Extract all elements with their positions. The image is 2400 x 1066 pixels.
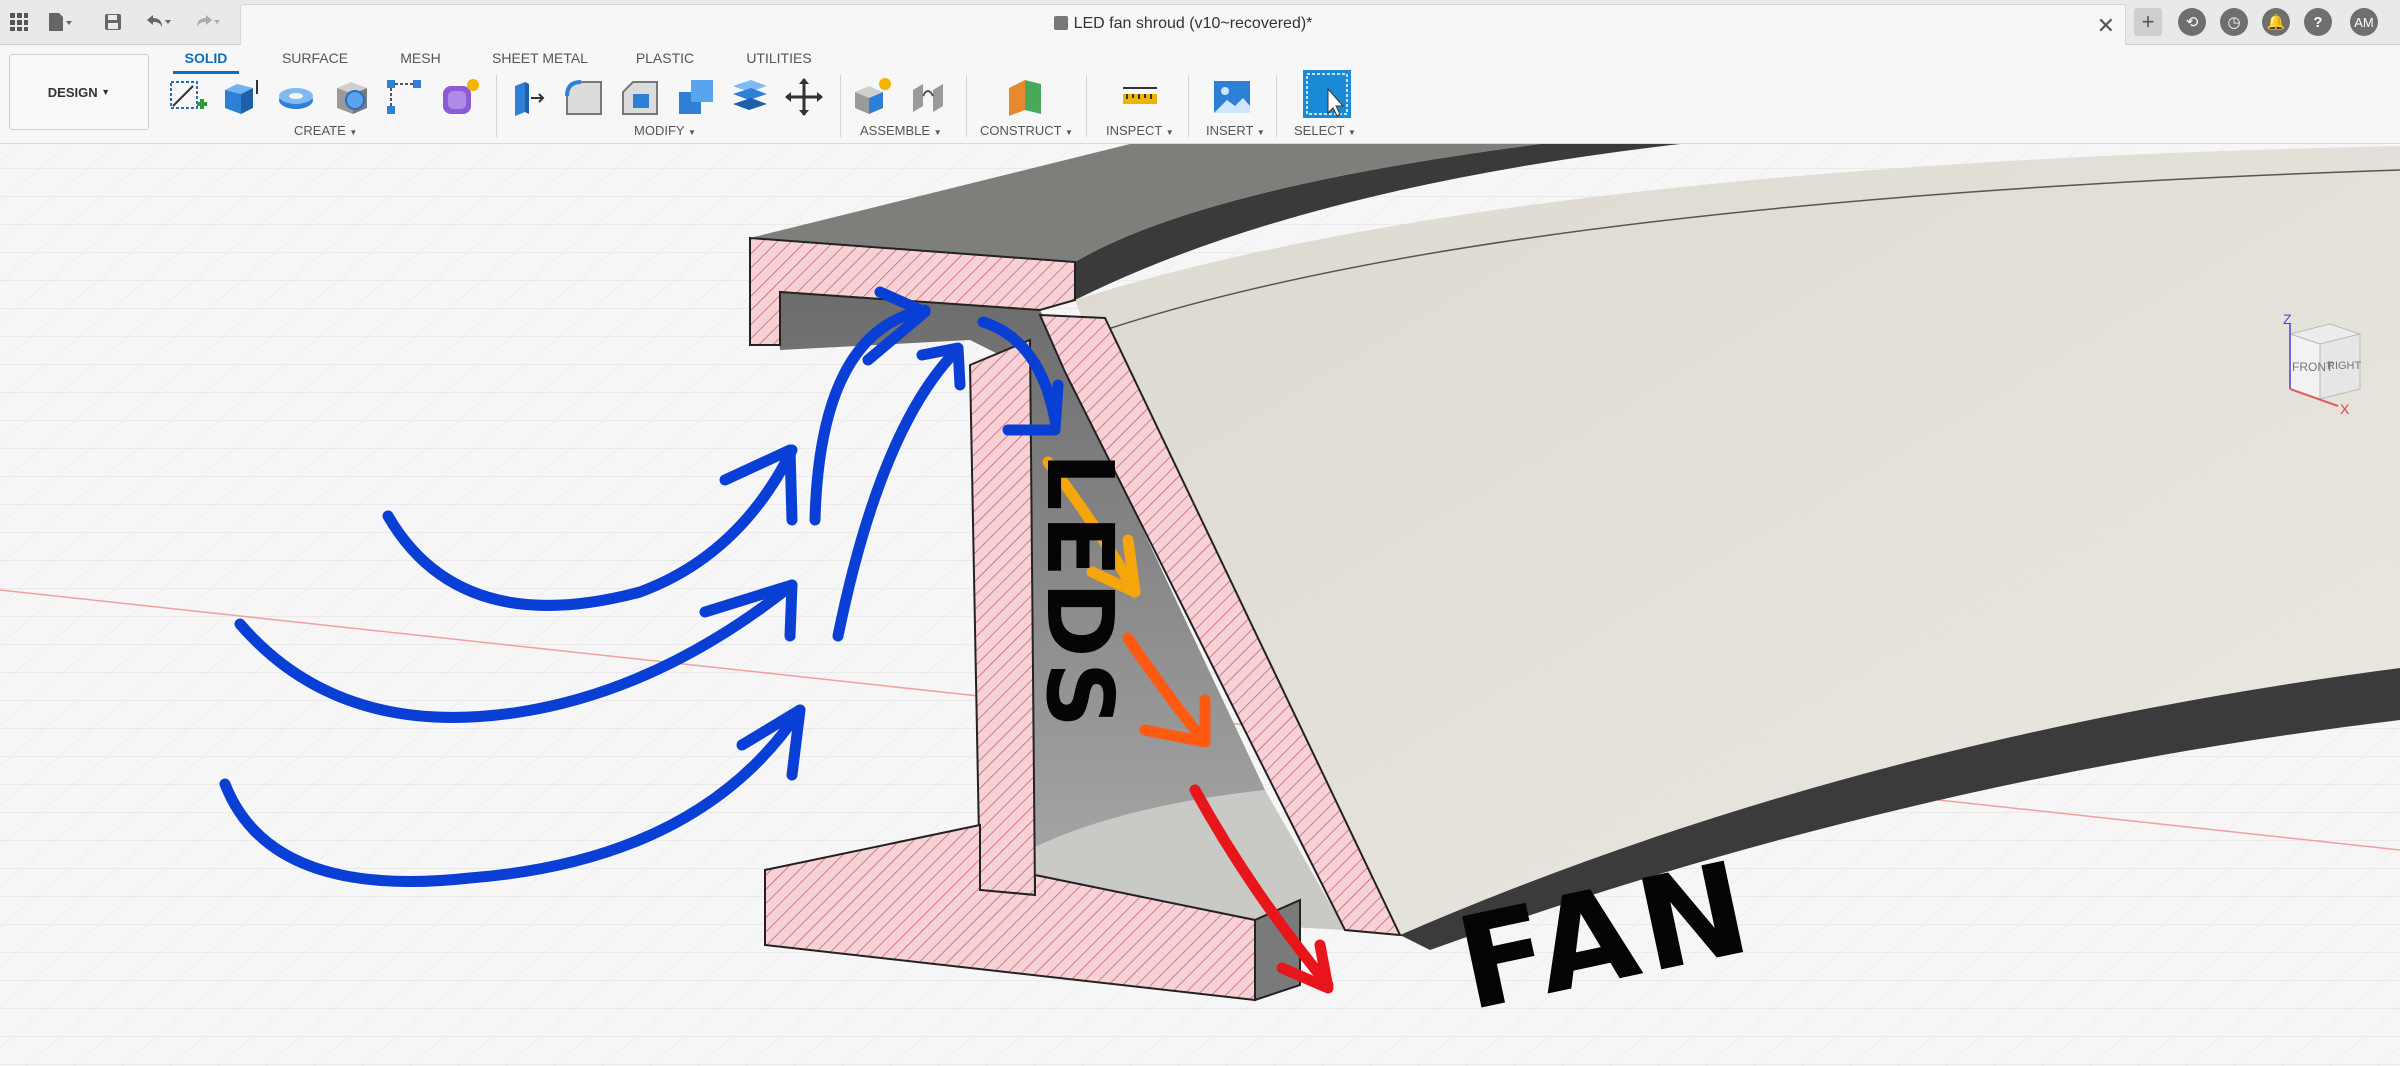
document-title-text: LED fan shroud (v10~recovered)*	[1073, 15, 1313, 32]
tab-utilities[interactable]: UTILITIES	[744, 45, 814, 71]
save-icon[interactable]	[98, 7, 128, 37]
undo-icon[interactable]	[142, 7, 172, 37]
document-title: LED fan shroud (v10~recovered)*	[241, 15, 2125, 33]
construct-group-label[interactable]: CONSTRUCT ▼	[980, 123, 1073, 138]
chevron-down-icon: ▼	[933, 128, 942, 137]
component-icon	[1053, 16, 1068, 30]
assemble-label-text: ASSEMBLE	[860, 123, 931, 138]
tab-surface[interactable]: SURFACE	[275, 45, 355, 71]
view-cube[interactable]: FRONT RIGHT Z X	[2270, 304, 2380, 424]
user-initials: AM	[2354, 14, 2374, 30]
canvas-viewport[interactable]: LEDS FAN FRONT RIGHT Z X	[0, 144, 2400, 1066]
split-body-icon[interactable]	[728, 75, 772, 119]
combine-icon[interactable]	[674, 75, 718, 119]
select-icon[interactable]	[1302, 69, 1352, 119]
workspace-label: DESIGN	[47, 84, 98, 100]
move-icon[interactable]	[782, 75, 826, 119]
measure-icon[interactable]	[1118, 75, 1162, 119]
inspect-group-label[interactable]: INSPECT ▼	[1106, 123, 1174, 138]
separator	[496, 75, 497, 137]
leds-annotation: LEDS	[1026, 452, 1133, 732]
document-tab[interactable]: LED fan shroud (v10~recovered)* ✕	[240, 4, 2126, 45]
create-form-icon[interactable]	[438, 75, 482, 119]
z-axis-label: Z	[2283, 311, 2292, 327]
modify-group-label[interactable]: MODIFY ▼	[634, 123, 696, 138]
new-tab-icon[interactable]: +	[2134, 8, 2162, 36]
inspect-label-text: INSPECT	[1106, 123, 1163, 138]
title-bar: LED fan shroud (v10~recovered)* ✕ + ⟲ ◷ …	[0, 0, 2400, 45]
app-grid-icon[interactable]	[4, 7, 34, 37]
chevron-down-icon: ▼	[101, 87, 111, 97]
separator	[840, 75, 841, 137]
select-group-label[interactable]: SELECT ▼	[1294, 123, 1356, 138]
create-group-label[interactable]: CREATE ▼	[294, 123, 357, 138]
assemble-group-label[interactable]: ASSEMBLE ▼	[860, 123, 942, 138]
help-icon[interactable]: ?	[2304, 8, 2332, 36]
select-label-text: SELECT	[1294, 123, 1345, 138]
toolbar: DESIGN ▼ SOLID SURFACE MESH SHEET METAL …	[0, 45, 2400, 144]
separator	[1086, 75, 1087, 137]
view-cube-right-label: RIGHT	[2327, 360, 2362, 372]
job-status-icon[interactable]: ◷	[2220, 8, 2248, 36]
tab-solid[interactable]: SOLID	[173, 45, 239, 74]
offset-plane-icon[interactable]	[1004, 75, 1048, 119]
section-vertical-web	[968, 338, 1037, 897]
chevron-down-icon: ▼	[1065, 128, 1073, 137]
new-component-icon[interactable]	[850, 75, 894, 119]
extensions-icon[interactable]: ⟲	[2178, 8, 2206, 36]
insert-label-text: INSERT	[1206, 123, 1254, 138]
press-pull-icon[interactable]	[506, 75, 550, 119]
joint-icon[interactable]	[906, 75, 950, 119]
shell-icon[interactable]	[330, 75, 374, 119]
chevron-down-icon: ▼	[1347, 128, 1356, 137]
insert-group-label[interactable]: INSERT ▼	[1206, 123, 1265, 138]
workspace-switcher[interactable]: DESIGN ▼	[9, 54, 149, 130]
model-scene[interactable]: LEDS FAN	[0, 144, 2400, 1066]
chevron-down-icon: ▼	[687, 128, 696, 137]
file-menu-icon[interactable]	[44, 7, 74, 37]
modify-label-text: MODIFY	[634, 123, 685, 138]
tab-sheet-metal[interactable]: SHEET METAL	[490, 45, 590, 71]
tab-mesh[interactable]: MESH	[393, 45, 448, 71]
user-avatar[interactable]: AM	[2350, 8, 2378, 36]
chevron-down-icon: ▼	[1256, 128, 1265, 137]
revolve-icon[interactable]	[274, 75, 318, 119]
chevron-down-icon: ▼	[1165, 128, 1174, 137]
chamfer-icon[interactable]	[618, 75, 662, 119]
tab-plastic[interactable]: PLASTIC	[630, 45, 700, 71]
rectangular-pattern-icon[interactable]	[382, 75, 426, 119]
chevron-down-icon: ▼	[349, 128, 358, 137]
separator	[966, 75, 967, 137]
fillet-icon[interactable]	[562, 75, 606, 119]
separator	[1188, 75, 1189, 137]
insert-image-icon[interactable]	[1210, 75, 1254, 119]
create-label-text: CREATE	[294, 123, 346, 138]
create-sketch-icon[interactable]	[166, 75, 210, 119]
redo-icon[interactable]	[192, 7, 222, 37]
construct-label-text: CONSTRUCT	[980, 123, 1062, 138]
extrude-icon[interactable]	[218, 75, 262, 119]
notifications-icon[interactable]: 🔔	[2262, 8, 2290, 36]
close-tab-icon[interactable]: ✕	[2097, 13, 2115, 39]
separator	[1276, 75, 1277, 137]
x-axis-label: X	[2340, 401, 2350, 417]
